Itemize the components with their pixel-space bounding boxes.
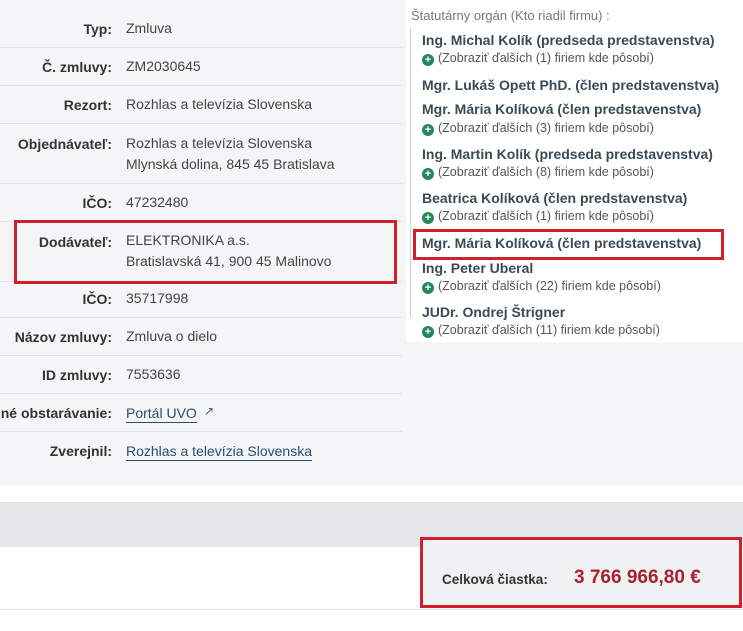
member-name[interactable]: Mgr. Mária Kolíková (člen predstavenstva… bbox=[422, 101, 701, 117]
plus-circle-icon: + bbox=[422, 168, 434, 180]
supplier-highlight-box bbox=[14, 220, 397, 284]
detail-label: Č. zmluvy: bbox=[41, 59, 112, 75]
detail-row-department: Rezort: Rozhlas a televízia Slovenska bbox=[0, 86, 402, 124]
detail-label: ID zmluvy: bbox=[41, 367, 112, 383]
detail-row-published-by: Zverejnil: Rozhlas a televízia Slovenska bbox=[0, 432, 402, 470]
detail-row-procurement: né obstarávanie: Portál UVO ↗ bbox=[0, 394, 402, 432]
detail-value: 35717998 bbox=[126, 290, 189, 306]
detail-row-type: Typ: Zmluva bbox=[0, 8, 402, 48]
portal-uvo-link[interactable]: Portál UVO bbox=[126, 404, 197, 423]
detail-value: Zmluva o dielo bbox=[126, 328, 218, 344]
publisher-link[interactable]: Rozhlas a televízia Slovenska bbox=[126, 442, 312, 461]
show-more-companies[interactable]: + (Zobraziť ďalších (22) firiem kde pôsob… bbox=[422, 279, 661, 294]
detail-value: Rozhlas a televízia Slovenska bbox=[126, 96, 312, 112]
total-label: Celková čiastka: bbox=[442, 572, 548, 587]
member-name[interactable]: Ing. Peter Uberal bbox=[422, 260, 533, 276]
detail-row-contract-id: ID zmluvy: 7553636 bbox=[0, 356, 402, 394]
detail-row-orderer: Objednávateľ: Rozhlas a televízia Sloven… bbox=[0, 124, 402, 184]
detail-label: Názov zmluvy: bbox=[14, 329, 112, 345]
detail-label: Typ: bbox=[83, 21, 112, 37]
member-name[interactable]: Ing. Martin Kolík (predseda predstavenst… bbox=[422, 146, 713, 162]
plus-circle-icon: + bbox=[422, 54, 434, 66]
detail-row-ico: IČO: 47232480 bbox=[0, 184, 402, 222]
detail-label: Zverejnil: bbox=[49, 443, 112, 459]
show-more-companies[interactable]: + (Zobraziť ďalších (3) firiem kde pôsobí… bbox=[422, 121, 654, 136]
plus-circle-icon: + bbox=[422, 326, 434, 338]
member-highlight-box bbox=[413, 229, 724, 260]
detail-value-address: Mlynská dolina, 845 45 Bratislava bbox=[126, 156, 335, 172]
member-name[interactable]: Mgr. Lukáš Opett PhD. (člen predstavenst… bbox=[422, 77, 719, 93]
member-name[interactable]: Ing. Michal Kolík (predseda predstavenst… bbox=[422, 32, 715, 48]
contract-details-section: Typ: Zmluva Č. zmluvy: ZM2030645 Rezort:… bbox=[0, 0, 743, 486]
show-more-companies[interactable]: + (Zobraziť ďalších (1) firiem kde pôsobí… bbox=[422, 209, 654, 224]
detail-row-supplier-ico: IČO: 35717998 bbox=[0, 282, 402, 318]
member-name[interactable]: Beatrica Kolíková (člen predstavenstva) bbox=[422, 190, 687, 206]
bottom-divider bbox=[0, 609, 743, 610]
show-more-companies[interactable]: + (Zobraziť ďalších (1) firiem kde pôsobí… bbox=[422, 51, 654, 66]
detail-value: ZM2030645 bbox=[126, 58, 201, 74]
member-name[interactable]: JUDr. Ondrej Štrigner bbox=[422, 304, 565, 320]
detail-row-contract-name: Názov zmluvy: Zmluva o dielo bbox=[0, 318, 402, 356]
plus-circle-icon: + bbox=[422, 282, 434, 294]
total-value: 3 766 966,80 € bbox=[574, 567, 701, 588]
plus-circle-icon: + bbox=[422, 212, 434, 224]
detail-row-contract-number: Č. zmluvy: ZM2030645 bbox=[0, 48, 402, 86]
statutory-title: Štatutárny orgán (Kto riadil firmu) : bbox=[411, 8, 610, 23]
detail-value: Zmluva bbox=[126, 20, 172, 36]
show-more-companies[interactable]: + (Zobraziť ďalších (11) firiem kde pôsob… bbox=[422, 323, 660, 338]
plus-circle-icon: + bbox=[422, 124, 434, 136]
detail-label: IČO: bbox=[82, 291, 112, 307]
detail-value: 7553636 bbox=[126, 366, 181, 382]
detail-value: Rozhlas a televízia Slovenska bbox=[126, 135, 312, 151]
tree-connector bbox=[410, 28, 411, 318]
detail-label: Rezort: bbox=[63, 97, 112, 113]
external-link-icon: ↗ bbox=[204, 404, 215, 418]
detail-value: 47232480 bbox=[126, 194, 189, 210]
show-more-companies[interactable]: + (Zobraziť ďalších (8) firiem kde pôsobí… bbox=[422, 165, 654, 180]
detail-label: Objednávateľ: bbox=[17, 136, 112, 152]
total-amount-box: Celková čiastka: 3 766 966,80 € bbox=[420, 537, 742, 608]
detail-label: né obstarávanie: bbox=[0, 405, 112, 421]
detail-label: IČO: bbox=[82, 195, 112, 211]
